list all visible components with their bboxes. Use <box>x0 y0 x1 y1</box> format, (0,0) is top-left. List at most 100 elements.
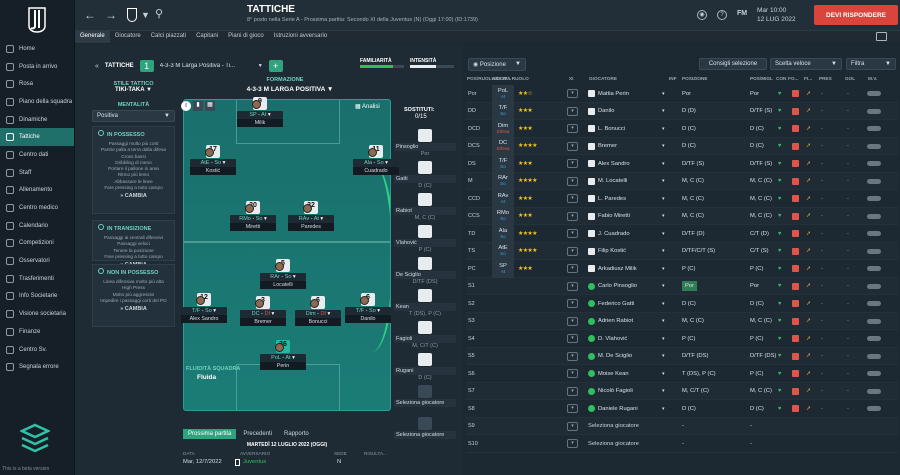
substitute-slot[interactable]: De Sciglio D/TF (DS) <box>394 257 456 285</box>
chevron-down-icon[interactable]: ▼ <box>258 63 263 69</box>
player-name[interactable]: Carlo Pinsoglio <box>598 283 637 289</box>
mentality-select[interactable]: Positiva ▼ <box>92 110 175 122</box>
grid-icon[interactable]: ▦ <box>205 101 215 111</box>
tactic-slot-button[interactable]: 1 <box>139 60 154 72</box>
table-row[interactable]: DS T/F So ★★★ ▾ Alex Sandro ▾ D/TF (S) D/TF (S) ♥… <box>466 155 898 173</box>
substitute-slot[interactable]: Rugani D (C) <box>394 353 456 381</box>
player-cell[interactable]: Mattia Perin <box>588 85 666 103</box>
sidebar-item-data[interactable]: Centro dati <box>0 146 74 164</box>
player-name[interactable]: Mattia Perin <box>598 91 629 97</box>
player-cell[interactable]: Seleziona giocatore <box>588 435 666 453</box>
table-row[interactable]: DCS DC Difesa ★★★★ ▾ Bremer ▾ D (C) D (C) ♥ ➚ - - <box>466 137 898 156</box>
sub-name[interactable]: Seleziona giocatore <box>394 399 456 407</box>
table-row[interactable]: S2 ▾ Federico Gatti ▾ D (C) D (C) ♥ ➚ - - <box>466 295 898 313</box>
player-menu-icon[interactable]: ▾ <box>662 348 665 366</box>
player-name[interactable]: J. Cuadrado <box>598 231 630 237</box>
player-name[interactable]: Danilo <box>598 108 614 114</box>
column-header[interactable]: M.V. <box>868 76 877 81</box>
view-mode-icons[interactable]: i ▮ ▦ <box>181 101 215 111</box>
table-row[interactable]: S9 ▾ Seleziona giocatore - - <box>466 417 898 435</box>
sidebar-item-tactics[interactable]: Tattiche <box>0 128 74 147</box>
xi-cell[interactable]: ▾ <box>567 243 578 261</box>
player-name[interactable]: M. Locatelli <box>598 178 627 184</box>
match-opponent[interactable]: Juventus <box>243 459 337 466</box>
table-row[interactable]: S4 ▾ D. Vlahović ▾ P (C) P (C) ♥ ➚ - - <box>466 330 898 348</box>
sidebar-item-medical[interactable]: Centro medico <box>0 199 74 217</box>
xi-icon[interactable]: ▾ <box>567 386 578 396</box>
sidebar-item-transfer[interactable]: Trasferimenti <box>0 270 74 288</box>
player-name[interactable]: Seleziona giocatore <box>588 423 639 429</box>
player-menu-icon[interactable]: ▾ <box>662 208 665 226</box>
column-header[interactable]: FO... <box>788 76 798 81</box>
column-header[interactable]: INF <box>669 76 677 81</box>
player-name[interactable]: Alex Sandro <box>181 315 227 323</box>
player-card[interactable]: 20RMo - So ▾Miretti <box>230 201 276 231</box>
xi-icon[interactable]: ▾ <box>567 351 578 361</box>
player-name[interactable]: L. Bonucci <box>598 126 625 132</box>
substitute-slot[interactable]: Seleziona giocatore <box>394 417 456 439</box>
role-selector[interactable]: AtE - So ▾ <box>190 159 236 167</box>
player-menu-icon[interactable]: ▾ <box>662 225 665 243</box>
tab-1[interactable]: Giocatore <box>110 31 146 43</box>
player-name[interactable]: Milik <box>237 119 283 127</box>
player-cell[interactable]: Bremer <box>588 138 666 156</box>
role-cell[interactable]: RMo So <box>492 207 514 225</box>
sub-name[interactable]: De Sciglio <box>394 271 456 279</box>
chat-icon[interactable] <box>876 32 887 41</box>
sidebar-item-scout[interactable]: Osservatori <box>0 252 74 270</box>
xi-cell[interactable]: ▾ <box>567 313 578 331</box>
player-name[interactable]: Locatelli <box>260 281 306 289</box>
sub-name[interactable]: Kean <box>394 303 456 311</box>
xi-cell[interactable]: ▾ <box>567 435 578 453</box>
sub-name[interactable]: Fagioli <box>394 335 456 343</box>
table-row[interactable]: DD T/F So ★★★ ▾ Danilo ▾ D (D) D/TF (S) ♥ ➚ - - <box>466 102 898 121</box>
xi-icon[interactable]: ▾ <box>567 246 578 256</box>
table-row[interactable]: S6 ▾ Moise Kean ▾ T (DS), P (C) P (C) ♥ ➚ - - <box>466 365 898 383</box>
formation-select[interactable]: 4-3-3 M LARGA POSITIVA ▼ <box>235 86 345 93</box>
role-cell[interactable]: Dim Difesa <box>492 120 514 138</box>
substitute-slot[interactable]: Fagioli M, C/T (C) <box>394 321 456 349</box>
game-clock[interactable]: Mar 10:00 12 LUG 2022 <box>757 6 796 24</box>
xi-icon[interactable]: ▾ <box>567 194 578 204</box>
xi-icon[interactable]: ▾ <box>567 439 578 449</box>
player-card[interactable]: 5RAr - So ▾Locatelli <box>260 259 306 289</box>
player-name[interactable]: Filip Kostić <box>598 248 626 254</box>
column-header[interactable]: ABILITÀ RUOLO <box>492 76 529 81</box>
player-card[interactable]: 9SP - At ▾Milik <box>237 97 283 127</box>
role-selector[interactable]: DC - Df ▾ <box>240 310 286 318</box>
player-name[interactable]: Bremer <box>598 143 617 149</box>
xi-cell[interactable]: ▾ <box>567 155 578 173</box>
table-row[interactable]: CCD RAv At ★★★ ▾ L. Paredes ▾ M, C (C) M, C (C) ♥… <box>466 190 898 208</box>
sub-name[interactable]: Gatti <box>394 175 456 183</box>
player-card[interactable]: 6T/F - So ▾Danilo <box>345 293 391 323</box>
role-cell[interactable]: RAr So <box>492 172 514 190</box>
column-header[interactable]: CON <box>776 76 786 81</box>
xi-cell[interactable]: ▾ <box>567 330 578 348</box>
table-row[interactable]: DCD Dim Difesa ★★★ ▾ L. Bonucci ▾ D (C) D (C) ♥ ➚ -… <box>466 120 898 138</box>
sub-name[interactable]: Vlahović <box>394 239 456 247</box>
xi-cell[interactable]: ▾ <box>567 260 578 278</box>
xi-cell[interactable]: ▾ <box>567 365 578 383</box>
substitute-slot[interactable]: Pinsoglio Por <box>394 129 456 157</box>
sub-name[interactable]: Seleziona giocatore <box>394 431 456 439</box>
sidebar-item-training[interactable]: Allenamento <box>0 182 74 200</box>
player-menu-icon[interactable]: ▾ <box>662 138 665 156</box>
sidebar-item-plan[interactable]: Piano della squadra <box>0 93 74 111</box>
help-icon[interactable]: ? <box>717 10 727 20</box>
player-name[interactable]: Arkadiusz Milik <box>598 266 637 272</box>
player-menu-icon[interactable]: ▾ <box>662 330 665 348</box>
sidebar-item-inbox[interactable]: Posta in arrivo <box>0 58 74 76</box>
sidebar-item-vision[interactable]: Visione societaria <box>0 305 74 323</box>
player-cell[interactable]: Federico Gatti <box>588 295 666 313</box>
xi-cell[interactable]: ▾ <box>567 348 578 366</box>
respond-button[interactable]: DEVI RISPONDERE <box>814 5 898 25</box>
player-menu-icon[interactable]: ▾ <box>662 103 665 121</box>
sub-name[interactable]: Pinsoglio <box>394 143 456 151</box>
player-menu-icon[interactable]: ▾ <box>662 313 665 331</box>
xi-cell[interactable]: ▾ <box>567 103 578 121</box>
role-selector[interactable]: RAr - So ▾ <box>260 273 306 281</box>
tactical-style-value[interactable]: TIKI-TAKA ▼ <box>92 87 175 93</box>
player-cell[interactable]: Filip Kostić <box>588 243 666 261</box>
player-cell[interactable]: Alex Sandro <box>588 155 666 173</box>
player-cell[interactable]: Daniele Rugani <box>588 400 666 418</box>
